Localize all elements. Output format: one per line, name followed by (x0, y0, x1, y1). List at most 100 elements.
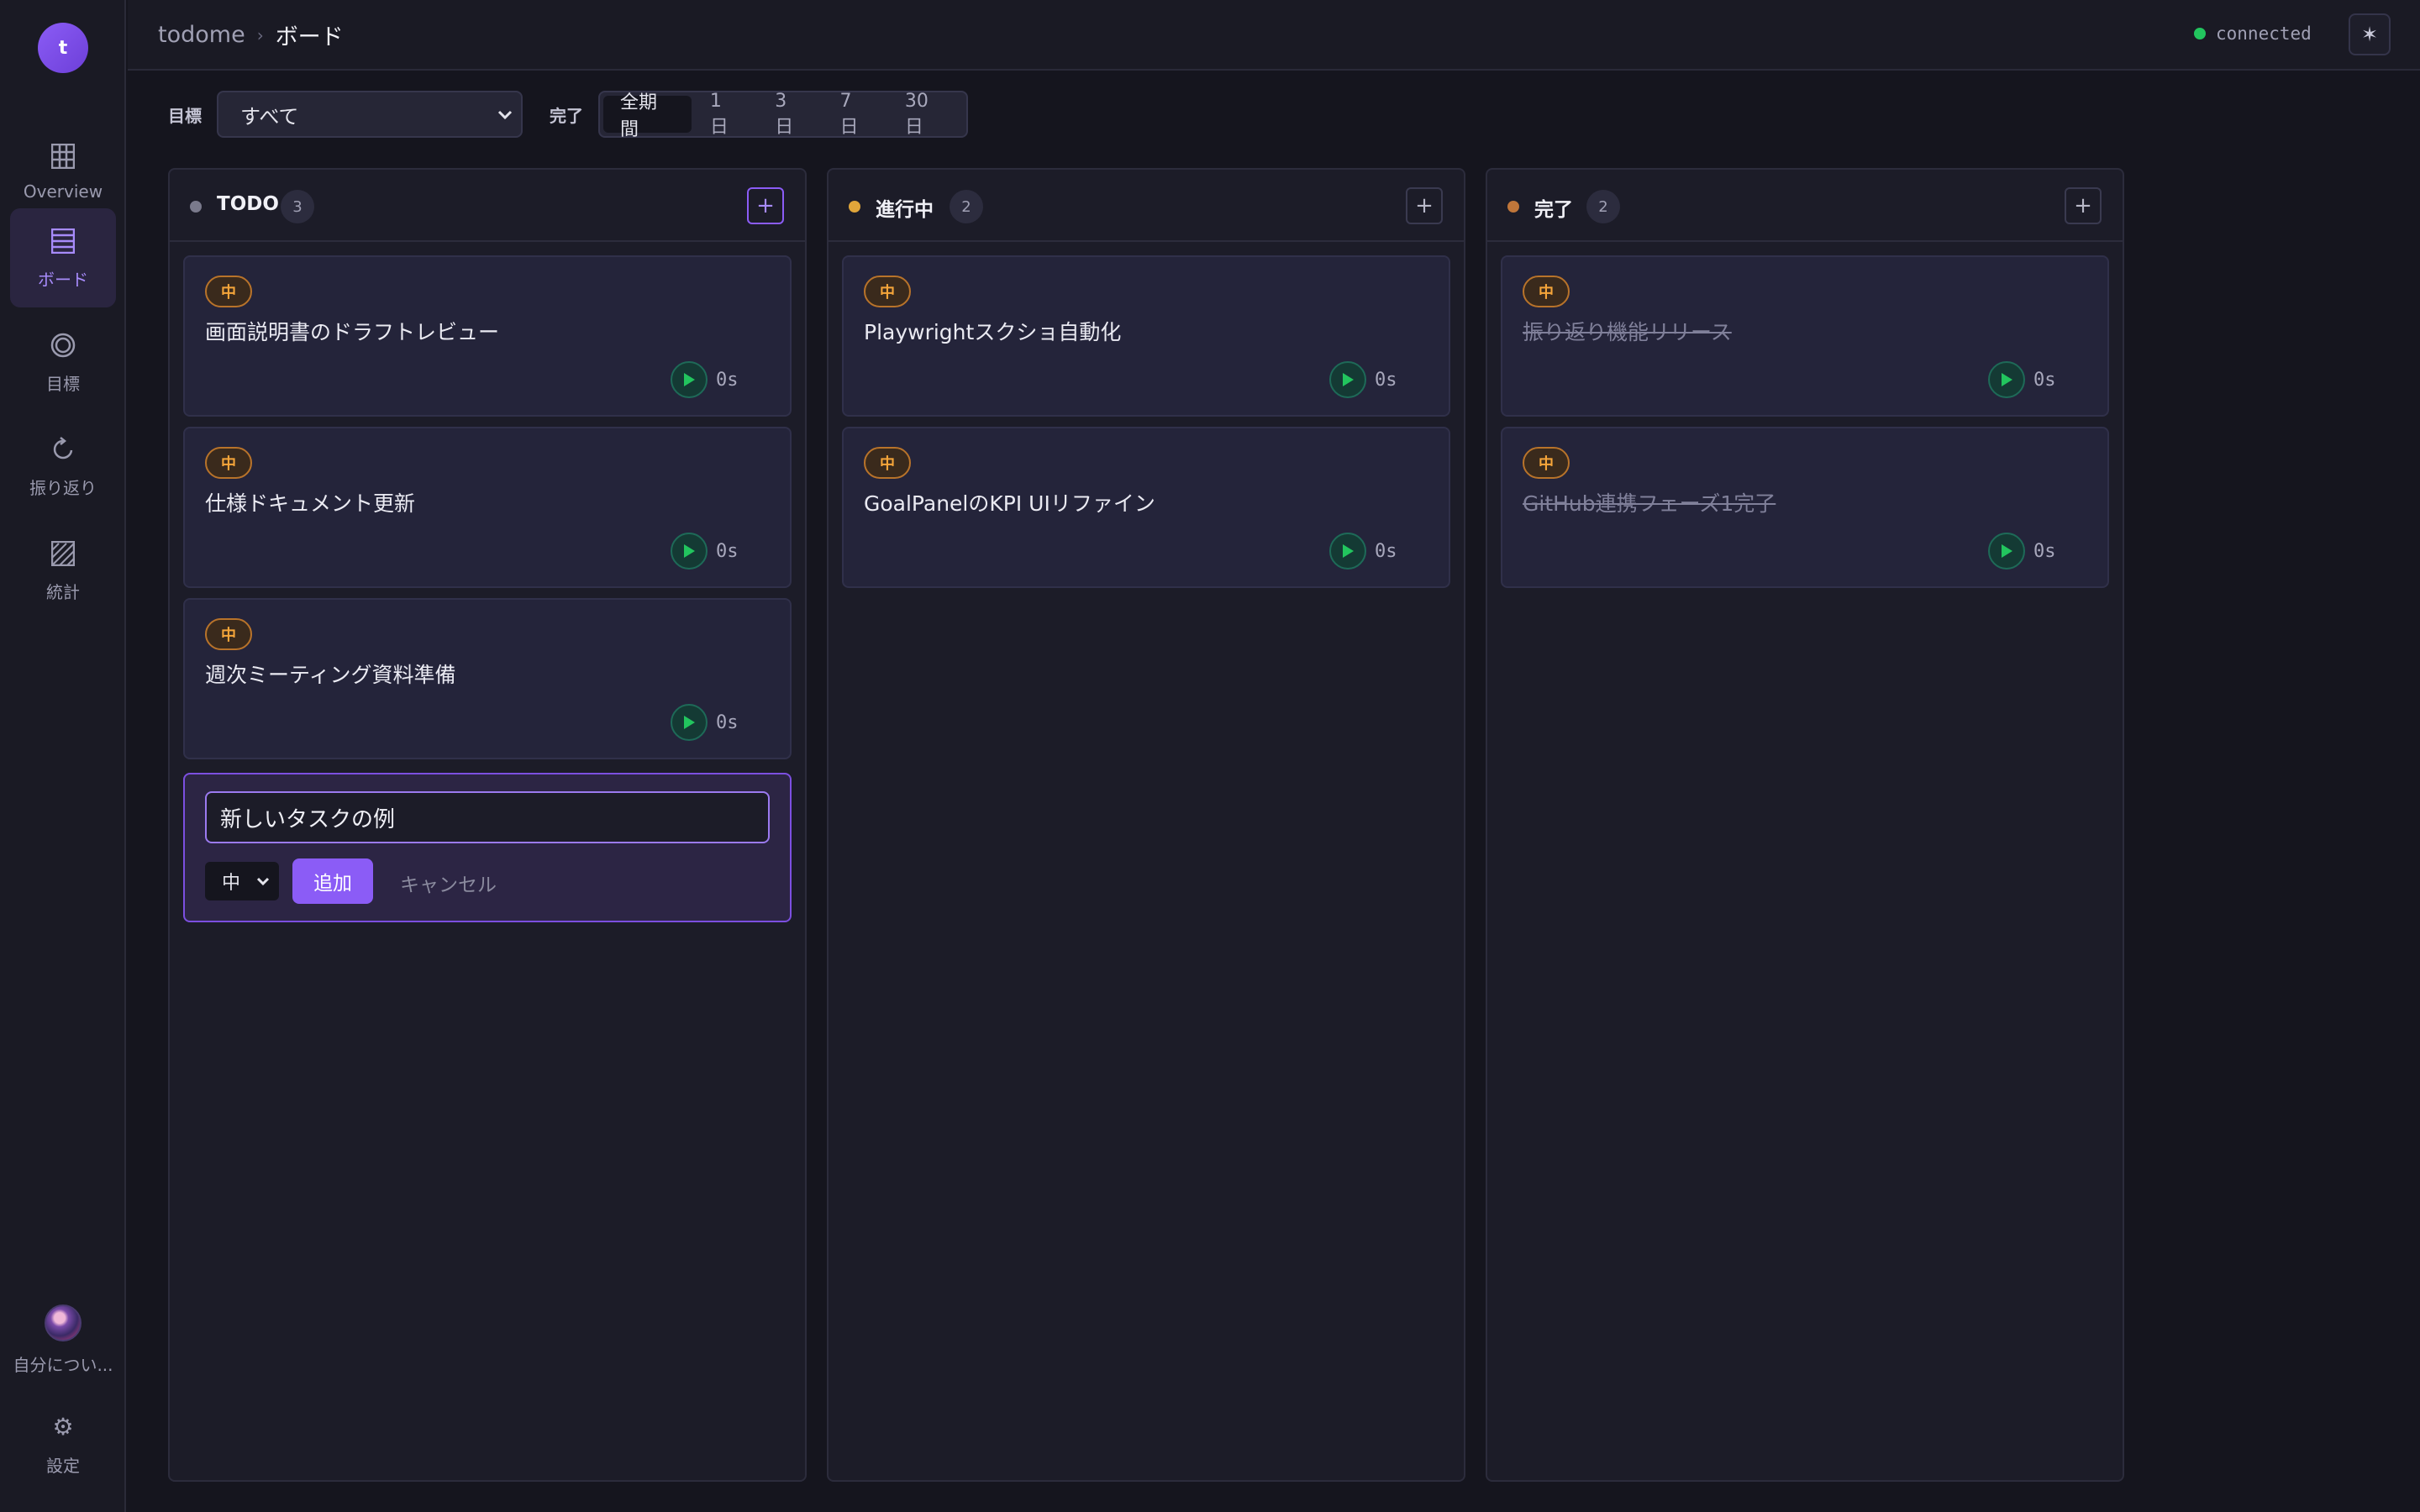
sidebar-item-goals[interactable]: 目標 (10, 312, 116, 412)
plus-icon: + (756, 193, 775, 218)
gear-icon: ⚙ (52, 1413, 74, 1441)
task-timer: 0s (671, 704, 739, 741)
workspace-avatar[interactable]: t (38, 23, 88, 73)
play-icon (684, 373, 695, 386)
task-title: 振り返り機能リリース (1523, 320, 1732, 344)
play-icon (2002, 373, 2012, 386)
play-icon (684, 544, 695, 558)
task-card[interactable]: 中 仕様ドキュメント更新 0s (183, 427, 792, 588)
goal-filter-label: 目標 (168, 106, 202, 126)
sidebar-item-label: 目標 (46, 373, 80, 394)
play-timer-button[interactable] (671, 704, 708, 741)
timer-value: 0s (1375, 540, 1397, 562)
add-task-button[interactable]: + (1406, 187, 1443, 224)
priority-badge: 中 (1523, 447, 1570, 479)
cancel-button[interactable]: キャンセル (400, 869, 497, 897)
task-timer: 0s (1988, 533, 2056, 570)
priority-badge: 中 (1523, 276, 1570, 307)
range-option-3d[interactable]: 3日 (758, 91, 821, 138)
breadcrumb-root[interactable]: todome (158, 22, 245, 48)
column-done: 完了 2 + 中 振り返り機能リリース 0s 中 GitHub連携フェーズ1完了… (1486, 168, 2124, 1482)
sidebar-item-board[interactable]: ボード (10, 208, 116, 307)
sidebar-item-overview[interactable]: Overview (10, 122, 116, 221)
task-card[interactable]: 中 週次ミーティング資料準備 0s (183, 598, 792, 759)
sidebar-item-profile[interactable]: 自分につい... (10, 1290, 116, 1389)
column-count-badge: 2 (950, 190, 983, 223)
task-timer: 0s (1329, 533, 1397, 570)
timer-value: 0s (716, 540, 739, 562)
column-in-progress: 進行中 2 + 中 Playwrightスクショ自動化 0s 中 GoalPan… (827, 168, 1465, 1482)
task-card[interactable]: 中 画面説明書のドラフトレビュー 0s (183, 255, 792, 417)
range-option-1d[interactable]: 1日 (693, 91, 756, 138)
priority-badge: 中 (205, 276, 252, 307)
task-title: 週次ミーティング資料準備 (205, 663, 456, 687)
play-timer-button[interactable] (1329, 361, 1366, 398)
task-timer: 0s (671, 361, 739, 398)
column-header: TODO 3 + (170, 170, 805, 242)
sidebar-item-label: 統計 (46, 581, 80, 602)
priority-badge: 中 (864, 276, 911, 307)
play-timer-button[interactable] (1988, 533, 2025, 570)
done-filter-label: 完了 (550, 106, 583, 126)
sidebar-item-settings[interactable]: ⚙ 設定 (10, 1394, 116, 1494)
task-timer: 0s (1988, 361, 2056, 398)
target-icon (48, 330, 78, 360)
range-option-7d[interactable]: 7日 (823, 91, 886, 138)
play-icon (2002, 544, 2012, 558)
sidebar-item-label: Overview (23, 181, 103, 202)
range-option-all[interactable]: 全期間 (603, 92, 692, 140)
play-icon (1343, 373, 1354, 386)
timer-value: 0s (716, 369, 739, 391)
plus-icon: + (2074, 193, 2092, 218)
status-dot-icon (2194, 28, 2206, 39)
add-task-button[interactable]: + (747, 187, 784, 224)
task-card[interactable]: 中 振り返り機能リリース 0s (1501, 255, 2109, 417)
play-icon (1343, 544, 1354, 558)
task-title: Playwrightスクショ自動化 (864, 320, 1122, 344)
user-avatar (45, 1304, 82, 1341)
connection-status: connected (2194, 24, 2312, 44)
connection-status-text: connected (2216, 24, 2312, 44)
timer-value: 0s (2033, 540, 2056, 562)
add-button[interactable]: 追加 (292, 858, 373, 904)
column-status-dot (849, 201, 860, 213)
range-option-30d[interactable]: 30日 (888, 91, 963, 138)
column-status-dot (190, 201, 202, 213)
board-icon (48, 226, 78, 256)
column-title: 完了 (1534, 199, 1573, 221)
play-timer-button[interactable] (671, 361, 708, 398)
breadcrumb: todome › ボード (158, 18, 344, 51)
plus-icon: + (1415, 193, 1434, 218)
grid-icon (48, 141, 78, 171)
breadcrumb-current: ボード (275, 24, 344, 50)
breadcrumb-separator: › (256, 24, 264, 45)
sidebar-item-stats[interactable]: 統計 (10, 521, 116, 620)
priority-select-value: 中 (222, 873, 241, 894)
task-card[interactable]: 中 Playwrightスクショ自動化 0s (842, 255, 1450, 417)
goal-filter-value: すべて (240, 104, 299, 129)
sidebar-item-label: 自分につい... (13, 1354, 113, 1375)
play-timer-button[interactable] (671, 533, 708, 570)
column-title: TODO (217, 193, 279, 215)
new-task-input[interactable]: 新しいタスクの例 (205, 791, 770, 843)
timer-value: 0s (716, 711, 739, 733)
theme-toggle-button[interactable]: ✶ (2349, 13, 2391, 55)
task-title: 画面説明書のドラフトレビュー (205, 320, 500, 344)
column-count-badge: 3 (281, 190, 314, 223)
play-timer-button[interactable] (1329, 533, 1366, 570)
task-card[interactable]: 中 GitHub連携フェーズ1完了 0s (1501, 427, 2109, 588)
timer-value: 0s (1375, 369, 1397, 391)
goal-filter-select[interactable]: すべて (217, 91, 523, 138)
play-timer-button[interactable] (1988, 361, 2025, 398)
timer-value: 0s (2033, 369, 2056, 391)
sidebar-item-retro[interactable]: 振り返り (10, 417, 116, 516)
task-title: GoalPanelのKPI UIリファイン (864, 491, 1155, 516)
sidebar-item-label: 設定 (46, 1455, 80, 1476)
new-task-priority-select[interactable]: 中 (205, 862, 279, 900)
priority-badge: 中 (205, 618, 252, 650)
sun-icon: ✶ (2360, 23, 2379, 46)
add-task-button[interactable]: + (2065, 187, 2102, 224)
task-card[interactable]: 中 GoalPanelのKPI UIリファイン 0s (842, 427, 1450, 588)
chevron-down-icon (494, 104, 516, 131)
sidebar-item-label: 振り返り (29, 477, 97, 498)
